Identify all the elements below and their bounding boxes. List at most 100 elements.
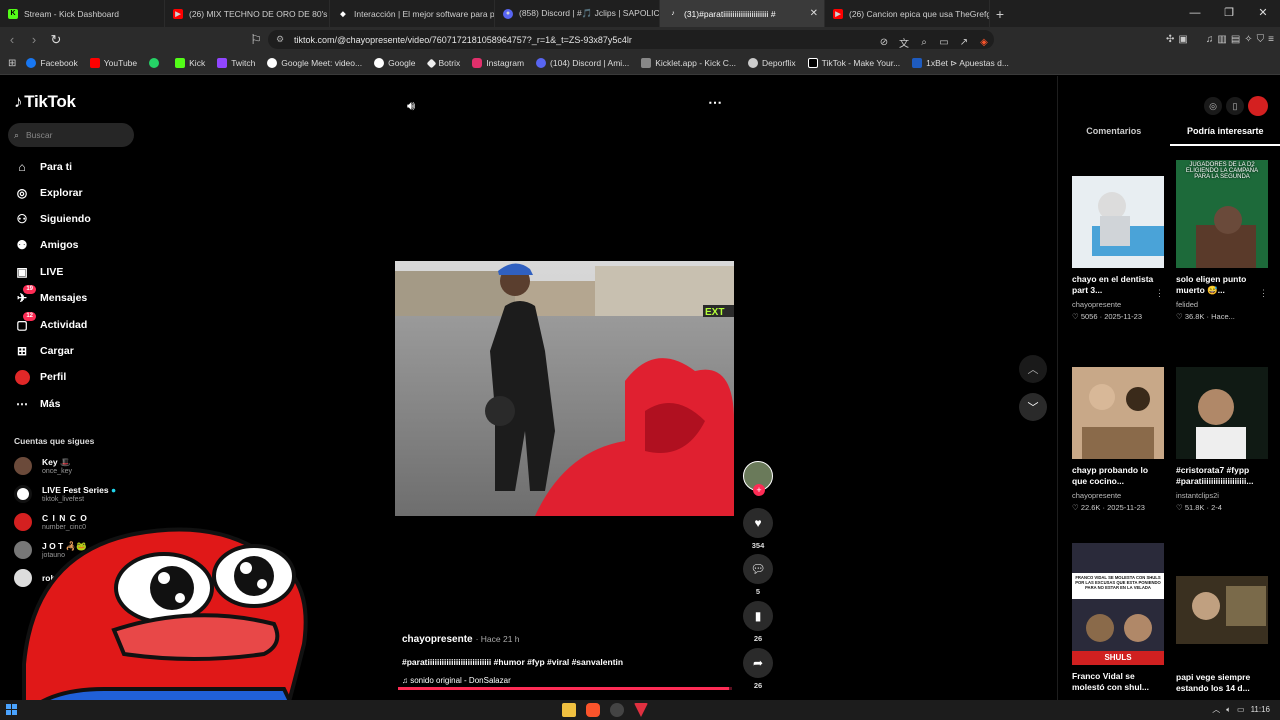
bookmark-kick[interactable]: Kick (175, 58, 205, 68)
browser-tab[interactable]: ▶ (26) MIX TECHNO DE ORO DE 80's & (165, 0, 330, 27)
browser-tab[interactable]: ● (858) Discord | #🎵 Jclips | SAPOLIC (495, 0, 660, 27)
video-progress-bar[interactable] (398, 687, 732, 690)
clock[interactable]: 11:16 (1251, 705, 1270, 714)
chevron-up-icon[interactable]: ︿ (1212, 704, 1220, 715)
author-avatar-button[interactable]: + (742, 461, 774, 496)
obs-icon[interactable] (610, 703, 624, 717)
coin-icon[interactable]: ◎ (1204, 97, 1222, 115)
volume-icon[interactable]: 🔊︎ (407, 98, 415, 114)
card-more-icon[interactable]: ⋮ (1155, 288, 1164, 299)
site-settings-icon[interactable]: ⚙ (276, 34, 284, 45)
forward-icon[interactable]: › (24, 32, 44, 47)
like-button[interactable]: ♥ 354 (742, 508, 774, 550)
restore-icon[interactable]: ❐ (1212, 0, 1246, 27)
device-icon[interactable]: ▯ (1226, 97, 1244, 115)
extensions-icon[interactable]: ✣ (1166, 34, 1174, 45)
translate-icon[interactable]: 文 (894, 35, 914, 50)
close-tab-icon[interactable]: ✕ (810, 8, 818, 19)
nav-item-more[interactable]: ⋯ Más (14, 395, 60, 413)
nav-item-following[interactable]: ⚇ Siguiendo (14, 210, 91, 228)
video-thumbnail: FRANCO VIDAL SE MOLESTA CON SHULS POR LA… (1072, 543, 1164, 665)
bookmark-twitch[interactable]: Twitch (217, 58, 255, 68)
nav-item-explore[interactable]: ◎ Explorar (14, 184, 83, 202)
follow-plus-icon[interactable]: + (753, 484, 765, 496)
new-tab-button[interactable]: + (990, 6, 1010, 22)
bookmark-youtube[interactable]: YouTube (89, 58, 137, 68)
following-account[interactable]: Key 🎩 once_key (14, 454, 72, 478)
nav-item-friends[interactable]: ⚉ Amigos (14, 236, 79, 254)
brave-icon[interactable] (586, 703, 600, 717)
save-button[interactable]: ▮ 26 (742, 601, 774, 643)
url-input[interactable]: ⚙ tiktok.com/@chayopresente/video/760717… (268, 30, 994, 50)
tab-search-icon[interactable]: ▣ (1178, 34, 1187, 45)
cast-icon[interactable]: ▭ (934, 37, 954, 48)
bookmark-icon[interactable]: ⚐ (246, 32, 266, 48)
comment-button[interactable]: 💬︎ 5 (742, 554, 774, 596)
volume-icon[interactable]: 🔈︎ (1226, 705, 1231, 715)
app-icon[interactable] (634, 703, 648, 717)
nav-item-upload[interactable]: ⊞ Cargar (14, 342, 74, 360)
back-icon[interactable]: ‹ (2, 32, 22, 47)
network-icon[interactable]: ▭ (1237, 705, 1245, 714)
reload-icon[interactable]: ↻ (46, 32, 66, 48)
recommended-video[interactable]: papi vege siempre estando los 14 d... (1176, 576, 1268, 694)
profile-avatar-icon[interactable] (1248, 96, 1268, 116)
video-player[interactable]: EXT (395, 261, 734, 516)
vpn-icon[interactable]: ⛉ (1257, 34, 1265, 45)
bookmark-discord[interactable]: (104) Discord | Ami... (536, 58, 629, 68)
browser-tab[interactable]: ▶ (26) Cancion epica que usa TheGrefg (825, 0, 990, 27)
following-account[interactable]: LIVE Fest Series ● tiktok_livefest (14, 482, 116, 506)
bookmark-1xbet[interactable]: 1xBet ⊳ Apuestas d... (912, 58, 1009, 69)
bookmark-deporflix[interactable]: Deporflix (748, 58, 796, 68)
bookmark-whatsapp[interactable] (149, 58, 163, 68)
search-input[interactable]: ⌕ Buscar (8, 123, 134, 147)
browser-tab-active[interactable]: ♪ (31)#paratiiiiiiiiiiiiiiiiiiiiiiii # ✕ (660, 0, 825, 27)
zoom-icon[interactable]: ⌕ (914, 37, 934, 48)
no-sound-icon[interactable]: ⊘ (874, 37, 894, 48)
minimize-icon[interactable]: — (1178, 0, 1212, 27)
bookmark-google[interactable]: Google (374, 58, 416, 68)
author-username[interactable]: chayopresente (402, 634, 473, 645)
recommended-video[interactable]: FRANCO VIDAL SE MOLESTA CON SHULS POR LA… (1072, 543, 1164, 693)
hashtags[interactable]: #paratiiiiiiiiiiiiiiiiiiiiiiiiiii #humor… (402, 657, 742, 667)
upload-icon: ⊞ (16, 344, 28, 358)
bookmark-botrix[interactable]: Botrix (426, 58, 460, 68)
recommended-video[interactable]: chayp probando lo que cocino... chayopre… (1072, 367, 1164, 512)
wallet-icon[interactable]: ▤ (1231, 34, 1240, 45)
nav-item-for-you[interactable]: ⌂ Para ti (14, 158, 72, 176)
bookmark-facebook[interactable]: Facebook (26, 58, 78, 68)
tab-comments[interactable]: Comentarios (1058, 126, 1170, 146)
sidebar-icon[interactable]: ▥ (1217, 34, 1226, 45)
menu-icon[interactable]: ≡ (1268, 34, 1274, 45)
bookmark-google-meet[interactable]: Google Meet: video... (267, 58, 362, 68)
apps-grid-icon[interactable]: ⊞ (8, 58, 16, 69)
discord-icon (536, 58, 547, 68)
file-explorer-icon[interactable] (562, 703, 576, 717)
windows-start-icon[interactable] (6, 704, 17, 715)
more-options-icon[interactable]: ⋯ (708, 94, 722, 111)
share-icon[interactable]: ↗ (954, 37, 974, 48)
tiktok-logo[interactable]: ♪ TikTok (14, 92, 76, 112)
share-button[interactable]: ➦ 26 (742, 648, 774, 690)
bookmark-instagram[interactable]: Instagram (472, 58, 524, 68)
nav-item-profile[interactable]: Perfil (14, 368, 66, 386)
close-window-icon[interactable]: ✕ (1246, 0, 1280, 27)
sound-link[interactable]: ♫ sonido original - DonSalazar (402, 676, 742, 685)
leo-icon[interactable]: ✧ (1244, 34, 1252, 45)
previous-video-button[interactable]: ︿ (1019, 355, 1047, 383)
nav-item-activity[interactable]: ▢ 12 Actividad (14, 312, 87, 334)
recommended-video[interactable]: chayo en el dentista part 3... chayopres… (1072, 176, 1164, 321)
nav-item-live[interactable]: ▣ LIVE (14, 263, 63, 281)
brave-shield-icon[interactable]: ◈ (974, 37, 994, 48)
browser-tab[interactable]: K Stream - Kick Dashboard (0, 0, 165, 27)
music-icon[interactable]: ♫ (1206, 34, 1214, 45)
bookmark-kicklet[interactable]: Kicklet.app - Kick C... (641, 58, 736, 68)
tab-recommended[interactable]: Podría interesarte (1169, 126, 1280, 146)
nav-item-messages[interactable]: ✈ 19 Mensajes (14, 285, 87, 307)
bookmark-tiktok[interactable]: TikTok - Make Your... (807, 58, 900, 68)
recommended-video[interactable]: JUGADORES DE LA D2 ELIGIENDO LA CAMPAÑA … (1176, 160, 1268, 321)
browser-tab[interactable]: ◆ Interacción | El mejor software para p (330, 0, 495, 27)
card-more-icon[interactable]: ⋮ (1259, 288, 1268, 299)
next-video-button[interactable]: ﹀ (1019, 393, 1047, 421)
recommended-video[interactable]: #cristorata7 #fypp #paratiiiiiiiiiiiiiii… (1176, 367, 1268, 512)
